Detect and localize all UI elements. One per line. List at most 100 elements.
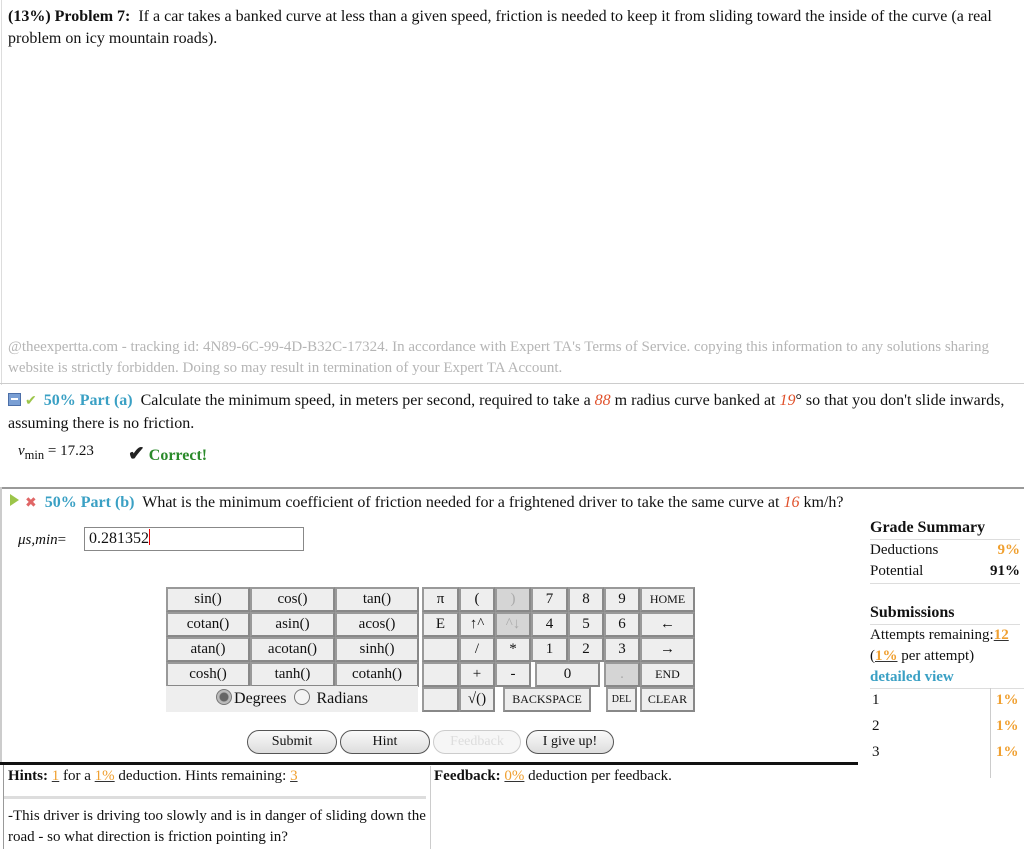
- attempt-number: 2: [872, 718, 880, 734]
- key-down[interactable]: ^↓: [495, 612, 531, 637]
- part-a-weight: 50%: [43, 392, 76, 409]
- key-atan[interactable]: atan(): [166, 637, 250, 662]
- input-value: 0.281352: [89, 530, 149, 547]
- key-acos[interactable]: acos(): [335, 612, 419, 637]
- key-end[interactable]: END: [640, 662, 695, 687]
- attempt-row: 1 1%: [872, 692, 1022, 709]
- key-multiply[interactable]: *: [495, 637, 531, 662]
- key-rparen[interactable]: ): [495, 587, 531, 612]
- collapse-icon[interactable]: [8, 393, 21, 406]
- per-attempt-pct: 1%: [875, 648, 898, 664]
- submissions-title: Submissions: [870, 604, 955, 621]
- radius-value: 88: [594, 392, 611, 409]
- key-cos[interactable]: cos(): [250, 587, 335, 612]
- attempt-row: 3 1%: [872, 744, 1022, 761]
- key-acotan[interactable]: acotan(): [250, 637, 335, 662]
- submit-button[interactable]: Submit: [247, 730, 337, 754]
- key-8[interactable]: 8: [568, 587, 604, 612]
- attempt-deduction: 1%: [996, 692, 1019, 708]
- part-a-text: m radius curve banked at: [614, 392, 776, 409]
- deductions-row: Deductions 9%: [870, 542, 1020, 559]
- feedback-pct: 0%: [504, 768, 525, 784]
- divider: [4, 796, 426, 799]
- x-icon: ✖: [25, 496, 37, 511]
- grade-summary-title: Grade Summary: [870, 519, 986, 536]
- key-sqrt[interactable]: √(): [459, 687, 495, 712]
- tracking-notice: @theexpertta.com - tracking id: 4N89-6C-…: [8, 339, 989, 376]
- angle-mode: Degrees Radians: [166, 686, 418, 712]
- checkmark-icon: ✔: [128, 443, 145, 465]
- frame-border: [0, 487, 2, 763]
- key-cotanh[interactable]: cotanh(): [335, 662, 419, 687]
- potential-value: 91%: [990, 563, 1020, 579]
- correct-status: ✔ Correct!: [128, 441, 207, 466]
- check-icon: ✔: [25, 394, 37, 409]
- degrees-label: Degrees: [234, 690, 287, 707]
- key-cosh[interactable]: cosh(): [166, 662, 250, 687]
- key-tanh[interactable]: tanh(): [250, 662, 335, 687]
- key-7[interactable]: 7: [531, 587, 568, 612]
- key-sin[interactable]: sin(): [166, 587, 250, 612]
- key-divide[interactable]: /: [459, 637, 495, 662]
- radians-label: Radians: [316, 690, 368, 707]
- angle-value: 19: [779, 392, 796, 409]
- key-right-arrow[interactable]: →: [640, 637, 695, 662]
- key-2[interactable]: 2: [568, 637, 604, 662]
- key-left-arrow[interactable]: ←: [640, 612, 695, 637]
- part-b-text: What is the minimum coefficient of frict…: [142, 494, 780, 511]
- deductions-label: Deductions: [870, 542, 939, 558]
- divider: [0, 383, 1024, 384]
- key-backspace[interactable]: BACKSPACE: [503, 687, 591, 712]
- hints-remaining: 3: [290, 768, 298, 784]
- key-blank: [422, 662, 459, 687]
- degrees-radio[interactable]: [216, 689, 233, 705]
- part-b-text: km/h?: [803, 494, 844, 511]
- key-9[interactable]: 9: [604, 587, 640, 612]
- key-del[interactable]: DEL: [606, 687, 637, 712]
- answer-value: = 17.23: [47, 443, 94, 459]
- key-asin[interactable]: asin(): [250, 612, 335, 637]
- key-3[interactable]: 3: [604, 637, 640, 662]
- speed-value: 16: [783, 494, 800, 511]
- detailed-view-link[interactable]: detailed view: [870, 669, 954, 686]
- divider: [870, 688, 1024, 689]
- part-a-question: ✔ 50% Part (a) Calculate the minimum spe…: [8, 390, 1020, 435]
- per-attempt: (1% per attempt): [870, 648, 975, 664]
- hints-label: Hints:: [8, 768, 49, 784]
- part-b-weight: 50%: [44, 494, 77, 511]
- attempts-remaining: Attempts remaining:12: [870, 627, 1024, 644]
- key-cotan[interactable]: cotan(): [166, 612, 250, 637]
- attempt-deduction: 1%: [996, 718, 1019, 734]
- problem-weight: (13%): [8, 8, 51, 25]
- key-clear[interactable]: CLEAR: [640, 687, 695, 712]
- key-1[interactable]: 1: [531, 637, 568, 662]
- key-5[interactable]: 5: [568, 612, 604, 637]
- key-lparen[interactable]: (: [459, 587, 495, 612]
- key-sinh[interactable]: sinh(): [335, 637, 419, 662]
- feedback-label: Feedback:: [434, 768, 501, 784]
- key-pi[interactable]: π: [422, 587, 459, 612]
- attempt-row: 2 1%: [872, 718, 1022, 735]
- feedback-button[interactable]: Feedback: [433, 730, 521, 754]
- key-6[interactable]: 6: [604, 612, 640, 637]
- key-up[interactable]: ↑^: [459, 612, 495, 637]
- attempt-deduction: 1%: [996, 744, 1019, 760]
- give-up-button[interactable]: I give up!: [526, 730, 614, 754]
- feedback-summary: Feedback: 0% deduction per feedback.: [434, 768, 672, 785]
- key-0[interactable]: 0: [535, 662, 600, 687]
- var-sub: min: [24, 448, 45, 462]
- key-minus[interactable]: -: [495, 662, 531, 687]
- key-home[interactable]: HOME: [640, 587, 695, 612]
- divider: [870, 624, 1020, 625]
- deductions-value: 9%: [997, 542, 1021, 558]
- part-a-answer: vmin = 17.23: [18, 443, 94, 463]
- key-4[interactable]: 4: [531, 612, 568, 637]
- key-e[interactable]: E: [422, 612, 459, 637]
- hints-text: deduction. Hints remaining:: [118, 768, 287, 784]
- hint-button[interactable]: Hint: [340, 730, 430, 754]
- answer-input[interactable]: 0.281352: [84, 527, 304, 551]
- key-tan[interactable]: tan(): [335, 587, 419, 612]
- radians-radio[interactable]: [294, 689, 311, 705]
- key-plus[interactable]: +: [459, 662, 495, 687]
- key-decimal[interactable]: .: [604, 662, 640, 687]
